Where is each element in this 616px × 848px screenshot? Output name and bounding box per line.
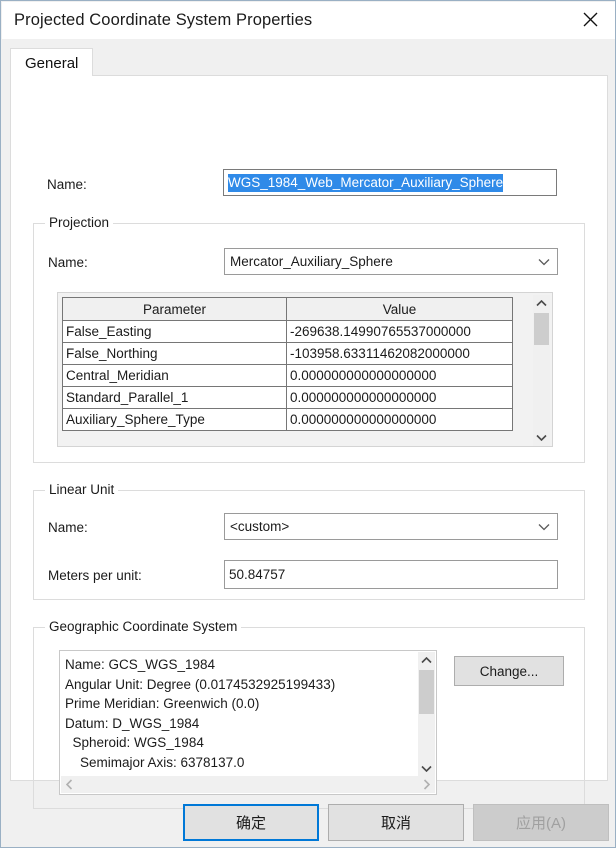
column-header-parameter[interactable]: Parameter xyxy=(62,297,287,321)
projection-group: Projection Name: Mercator_Auxiliary_Sphe… xyxy=(33,215,585,463)
param-value[interactable]: -269638.14990765537000000 xyxy=(286,320,513,343)
scrollbar-thumb[interactable] xyxy=(419,670,434,714)
cancel-button[interactable]: 取消 xyxy=(328,804,464,841)
table-row[interactable]: False_Northing -103958.63311462082000000 xyxy=(62,342,513,365)
name-input-value: WGS_1984_Web_Mercator_Auxiliary_Sphere xyxy=(228,173,504,192)
param-name: Central_Meridian xyxy=(62,364,287,387)
chevron-up-icon[interactable] xyxy=(533,295,550,312)
geographic-coordinate-system-group: Geographic Coordinate System Name: GCS_W… xyxy=(33,619,585,809)
meters-per-unit-label: Meters per unit: xyxy=(48,568,142,583)
linear-unit-group: Linear Unit Name: <custom> Meters per un… xyxy=(33,482,585,600)
change-button-label: Change... xyxy=(479,663,539,679)
meters-per-unit-value: 50.84757 xyxy=(229,567,286,582)
table-row[interactable]: Standard_Parallel_1 0.000000000000000000 xyxy=(62,386,513,409)
apply-button-label: 应用(A) xyxy=(516,815,566,832)
ok-button-label: 确定 xyxy=(235,815,266,832)
chevron-up-icon[interactable] xyxy=(418,652,435,669)
chevron-down-icon[interactable] xyxy=(531,514,557,539)
param-name: Standard_Parallel_1 xyxy=(62,386,287,409)
geographic-details-box[interactable]: Name: GCS_WGS_1984 Angular Unit: Degree … xyxy=(59,650,437,795)
cancel-button-label: 取消 xyxy=(380,815,411,832)
chevron-down-icon[interactable] xyxy=(418,760,435,777)
linear-unit-name-label: Name: xyxy=(48,520,88,535)
scrollbar-thumb[interactable] xyxy=(534,313,549,345)
projection-name-label: Name: xyxy=(48,255,88,270)
window-title: Projected Coordinate System Properties xyxy=(14,11,313,29)
chevron-right-icon[interactable] xyxy=(418,776,435,793)
projection-name-combo[interactable]: Mercator_Auxiliary_Sphere xyxy=(224,248,558,275)
geographic-group-title: Geographic Coordinate System xyxy=(45,619,242,634)
tab-strip: General xyxy=(10,48,608,77)
table-body: False_Easting -269638.14990765537000000 … xyxy=(62,320,513,431)
param-value[interactable]: 0.000000000000000000 xyxy=(286,408,513,431)
parameters-vertical-scrollbar[interactable] xyxy=(533,295,550,446)
column-header-value[interactable]: Value xyxy=(286,297,513,321)
name-input[interactable]: WGS_1984_Web_Mercator_Auxiliary_Sphere xyxy=(223,169,557,196)
projection-parameters-panel: Parameter Value False_Easting -269638.14… xyxy=(57,292,553,447)
table-header-row: Parameter Value xyxy=(62,297,513,321)
apply-button: 应用(A) xyxy=(473,804,609,841)
tab-general[interactable]: General xyxy=(10,48,94,77)
param-name: False_Easting xyxy=(62,320,287,343)
meters-per-unit-input[interactable]: 50.84757 xyxy=(224,560,558,589)
geographic-vertical-scrollbar[interactable] xyxy=(418,652,435,777)
chevron-left-icon[interactable] xyxy=(61,776,78,793)
param-value[interactable]: -103958.63311462082000000 xyxy=(286,342,513,365)
param-name: False_Northing xyxy=(62,342,287,365)
name-label: Name: xyxy=(47,177,87,192)
projection-group-title: Projection xyxy=(45,215,114,230)
projected-coordinate-system-properties-dialog: Projected Coordinate System Properties G… xyxy=(0,0,616,848)
linear-unit-group-title: Linear Unit xyxy=(45,482,119,497)
table-row[interactable]: Auxiliary_Sphere_Type 0.0000000000000000… xyxy=(62,408,513,431)
projection-parameters-table: Parameter Value False_Easting -269638.14… xyxy=(62,297,513,431)
param-value[interactable]: 0.000000000000000000 xyxy=(286,386,513,409)
chevron-down-icon[interactable] xyxy=(533,429,550,446)
close-icon[interactable] xyxy=(568,2,612,36)
param-value[interactable]: 0.000000000000000000 xyxy=(286,364,513,387)
title-bar: Projected Coordinate System Properties xyxy=(2,2,615,39)
linear-unit-name-value: <custom> xyxy=(230,519,290,534)
table-row[interactable]: Central_Meridian 0.000000000000000000 xyxy=(62,364,513,387)
tab-panel-general: Name: WGS_1984_Web_Mercator_Auxiliary_Sp… xyxy=(10,76,608,809)
param-name: Auxiliary_Sphere_Type xyxy=(62,408,287,431)
geographic-details-text: Name: GCS_WGS_1984 Angular Unit: Degree … xyxy=(65,657,336,770)
linear-unit-name-combo[interactable]: <custom> xyxy=(224,513,558,540)
chevron-down-icon[interactable] xyxy=(531,249,557,274)
change-button[interactable]: Change... xyxy=(454,656,564,686)
tab-general-label: General xyxy=(25,54,79,72)
projection-name-value: Mercator_Auxiliary_Sphere xyxy=(230,254,393,269)
geographic-horizontal-scrollbar[interactable] xyxy=(61,776,435,793)
table-row[interactable]: False_Easting -269638.14990765537000000 xyxy=(62,320,513,343)
ok-button[interactable]: 确定 xyxy=(183,804,319,841)
